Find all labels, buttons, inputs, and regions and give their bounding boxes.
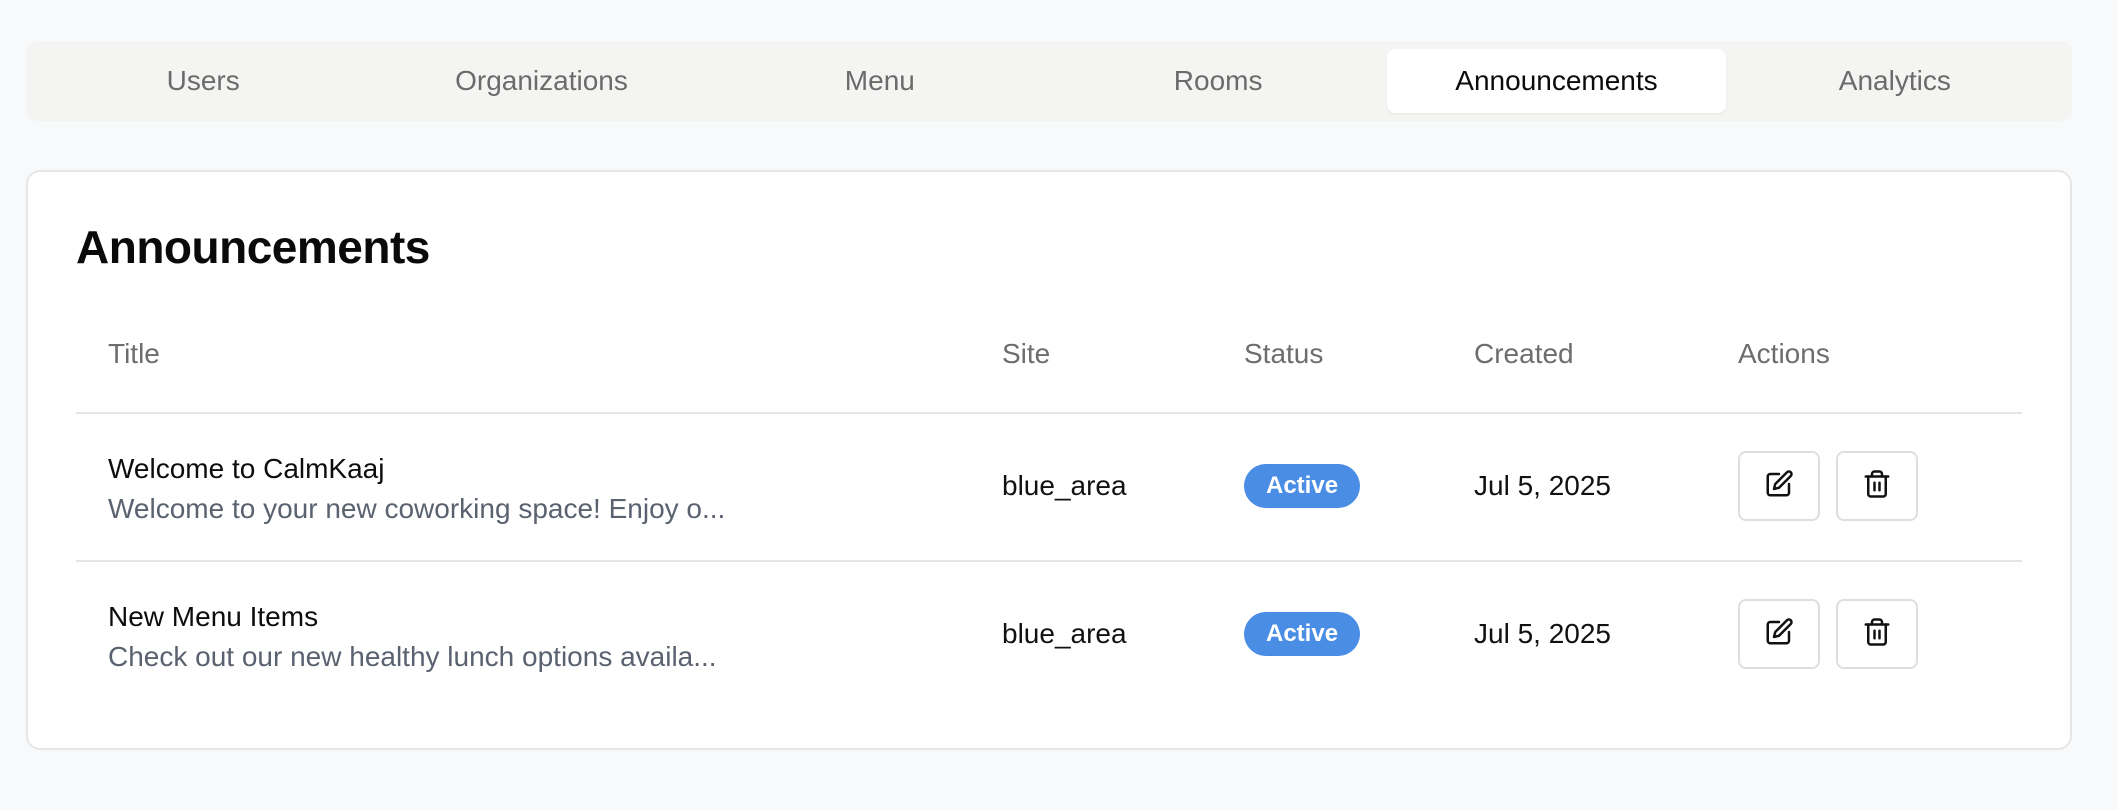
announcement-description: Welcome to your new coworking space! Enj… <box>108 493 726 524</box>
actions-cell <box>1738 451 1918 521</box>
tab-rooms[interactable]: Rooms <box>1049 49 1387 113</box>
announcements-card: Announcements Title Site Status Created … <box>26 170 2072 750</box>
column-header-actions: Actions <box>1738 338 1830 369</box>
created-cell: Jul 5, 2025 <box>1474 618 1611 649</box>
table-header: Title Site Status Created Actions <box>76 314 2022 414</box>
status-cell: Active <box>1244 464 1361 508</box>
column-header-created[interactable]: Created <box>1474 314 1574 394</box>
trash-icon <box>1862 469 1892 504</box>
page-title: Announcements <box>76 221 430 273</box>
trash-icon <box>1862 617 1892 652</box>
tab-announcements[interactable]: Announcements <box>1387 49 1726 113</box>
edit-icon <box>1764 617 1794 652</box>
title-cell: New Menu Items Check out our new healthy… <box>108 598 717 678</box>
delete-button[interactable] <box>1836 599 1918 669</box>
column-header-status[interactable]: Status <box>1244 314 1323 394</box>
announcements-table: Title Site Status Created Actions Welcom… <box>76 314 2022 708</box>
column-header-title[interactable]: Title <box>108 314 160 394</box>
site-cell: blue_area <box>1002 618 1127 649</box>
tab-organizations[interactable]: Organizations <box>372 49 710 113</box>
announcement-title: New Menu Items <box>108 601 319 632</box>
main-tab-bar: Users Organizations Menu Rooms Announcem… <box>26 41 2072 121</box>
created-cell: Jul 5, 2025 <box>1474 470 1611 501</box>
site-cell: blue_area <box>1002 470 1127 501</box>
table-row: New Menu Items Check out our new healthy… <box>76 562 2022 708</box>
actions-cell <box>1738 599 1918 669</box>
tab-analytics[interactable]: Analytics <box>1726 49 2064 113</box>
announcement-description: Check out our new healthy lunch options … <box>108 641 717 672</box>
edit-button[interactable] <box>1738 451 1820 521</box>
announcement-title: Welcome to CalmKaaj <box>108 453 385 484</box>
delete-button[interactable] <box>1836 451 1918 521</box>
status-badge: Active <box>1244 464 1361 508</box>
status-badge: Active <box>1244 612 1361 656</box>
status-cell: Active <box>1244 612 1361 656</box>
edit-icon <box>1764 469 1794 504</box>
tab-menu[interactable]: Menu <box>711 49 1049 113</box>
edit-button[interactable] <box>1738 599 1820 669</box>
title-cell: Welcome to CalmKaaj Welcome to your new … <box>108 450 725 530</box>
column-header-site[interactable]: Site <box>1002 314 1050 394</box>
tab-users[interactable]: Users <box>34 49 372 113</box>
table-row: Welcome to CalmKaaj Welcome to your new … <box>76 414 2022 562</box>
